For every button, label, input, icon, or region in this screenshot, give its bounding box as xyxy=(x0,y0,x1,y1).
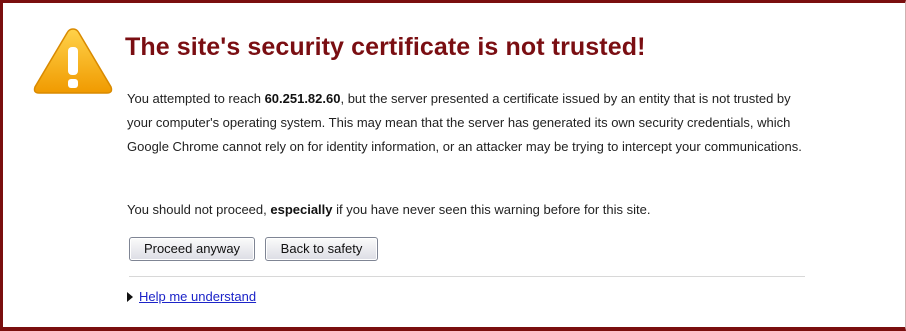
recommendation-text-rest: if you have never seen this warning befo… xyxy=(332,202,651,217)
divider xyxy=(129,276,805,277)
recommendation-text-start: You should not proceed, xyxy=(127,202,271,217)
help-expander[interactable]: Help me understand xyxy=(127,287,256,307)
recommendation-emphasis: especially xyxy=(270,202,333,217)
back-to-safety-button[interactable]: Back to safety xyxy=(265,237,378,261)
proceed-anyway-button[interactable]: Proceed anyway xyxy=(129,237,255,261)
help-me-understand-link[interactable]: Help me understand xyxy=(139,289,256,304)
recommendation-paragraph: You should not proceed, especially if yo… xyxy=(127,198,817,222)
site-host: 60.251.82.60 xyxy=(264,91,341,106)
page-title: The site's security certificate is not t… xyxy=(125,33,646,61)
warning-triangle-icon xyxy=(33,28,113,94)
triangle-right-icon[interactable] xyxy=(127,291,133,302)
explanation-paragraph: You attempted to reach 60.251.82.60, but… xyxy=(127,87,817,159)
explanation-text-start: You attempted to reach xyxy=(127,91,265,106)
interstitial-frame: The site's security certificate is not t… xyxy=(0,0,906,331)
